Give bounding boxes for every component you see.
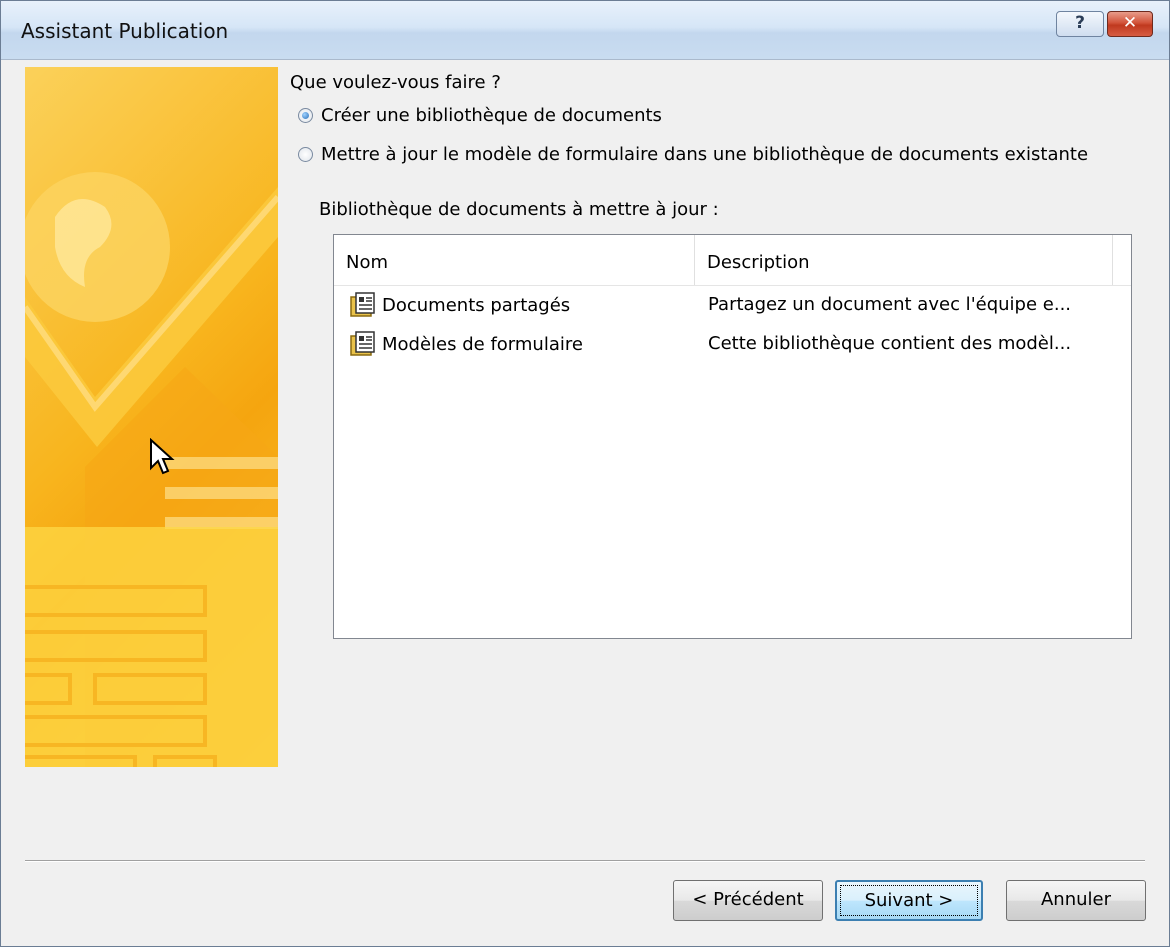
option-create-library[interactable]: Créer une bibliothèque de documents bbox=[298, 105, 662, 126]
library-listview[interactable]: Nom Description Documents partagés Parta… bbox=[333, 234, 1132, 639]
listview-header: Nom Description bbox=[334, 235, 1131, 286]
library-name: Modèles de formulaire bbox=[382, 333, 583, 355]
list-item[interactable]: Modèles de formulaire Cette bibliothèque… bbox=[334, 326, 1131, 362]
button-separator bbox=[25, 860, 1145, 862]
library-description: Partagez un document avec l'équipe e... bbox=[708, 294, 1072, 315]
banner-graphic bbox=[25, 172, 278, 767]
option-update-template-label: Mettre à jour le modèle de formulaire da… bbox=[321, 144, 1089, 165]
wizard-banner-image bbox=[25, 67, 278, 767]
previous-button-label: < Précédent bbox=[692, 889, 804, 910]
title-bar[interactable]: Assistant Publication ? ✕ bbox=[1, 1, 1169, 60]
option-create-library-label: Créer une bibliothèque de documents bbox=[321, 105, 662, 126]
help-icon: ? bbox=[1075, 13, 1085, 33]
cancel-button-label: Annuler bbox=[1040, 889, 1111, 910]
wizard-window: Assistant Publication ? ✕ Que voulez-vou… bbox=[0, 0, 1170, 947]
library-list-label: Bibliothèque de documents à mettre à jou… bbox=[319, 199, 719, 220]
mouse-pointer-icon bbox=[150, 438, 175, 475]
focus-rectangle bbox=[840, 885, 978, 916]
column-header-name[interactable]: Nom bbox=[334, 235, 695, 285]
window-title: Assistant Publication bbox=[21, 19, 229, 43]
radio-update-template[interactable] bbox=[298, 147, 313, 162]
previous-button[interactable]: < Précédent bbox=[673, 880, 823, 921]
close-button[interactable]: ✕ bbox=[1107, 11, 1153, 37]
help-button[interactable]: ? bbox=[1056, 11, 1104, 37]
cancel-button[interactable]: Annuler bbox=[1006, 880, 1146, 921]
wizard-question: Que voulez-vous faire ? bbox=[290, 72, 501, 93]
close-icon: ✕ bbox=[1122, 13, 1138, 33]
document-library-icon bbox=[350, 292, 375, 317]
column-header-description[interactable]: Description bbox=[695, 235, 1113, 285]
library-name: Documents partagés bbox=[382, 294, 571, 316]
list-item[interactable]: Documents partagés Partagez un document … bbox=[334, 287, 1131, 323]
radio-create-library[interactable] bbox=[298, 108, 313, 123]
option-update-template[interactable]: Mettre à jour le modèle de formulaire da… bbox=[298, 144, 1088, 165]
document-library-icon bbox=[350, 331, 375, 356]
library-description: Cette bibliothèque contient des modèl... bbox=[708, 333, 1072, 354]
next-button[interactable]: Suivant > bbox=[835, 880, 983, 921]
